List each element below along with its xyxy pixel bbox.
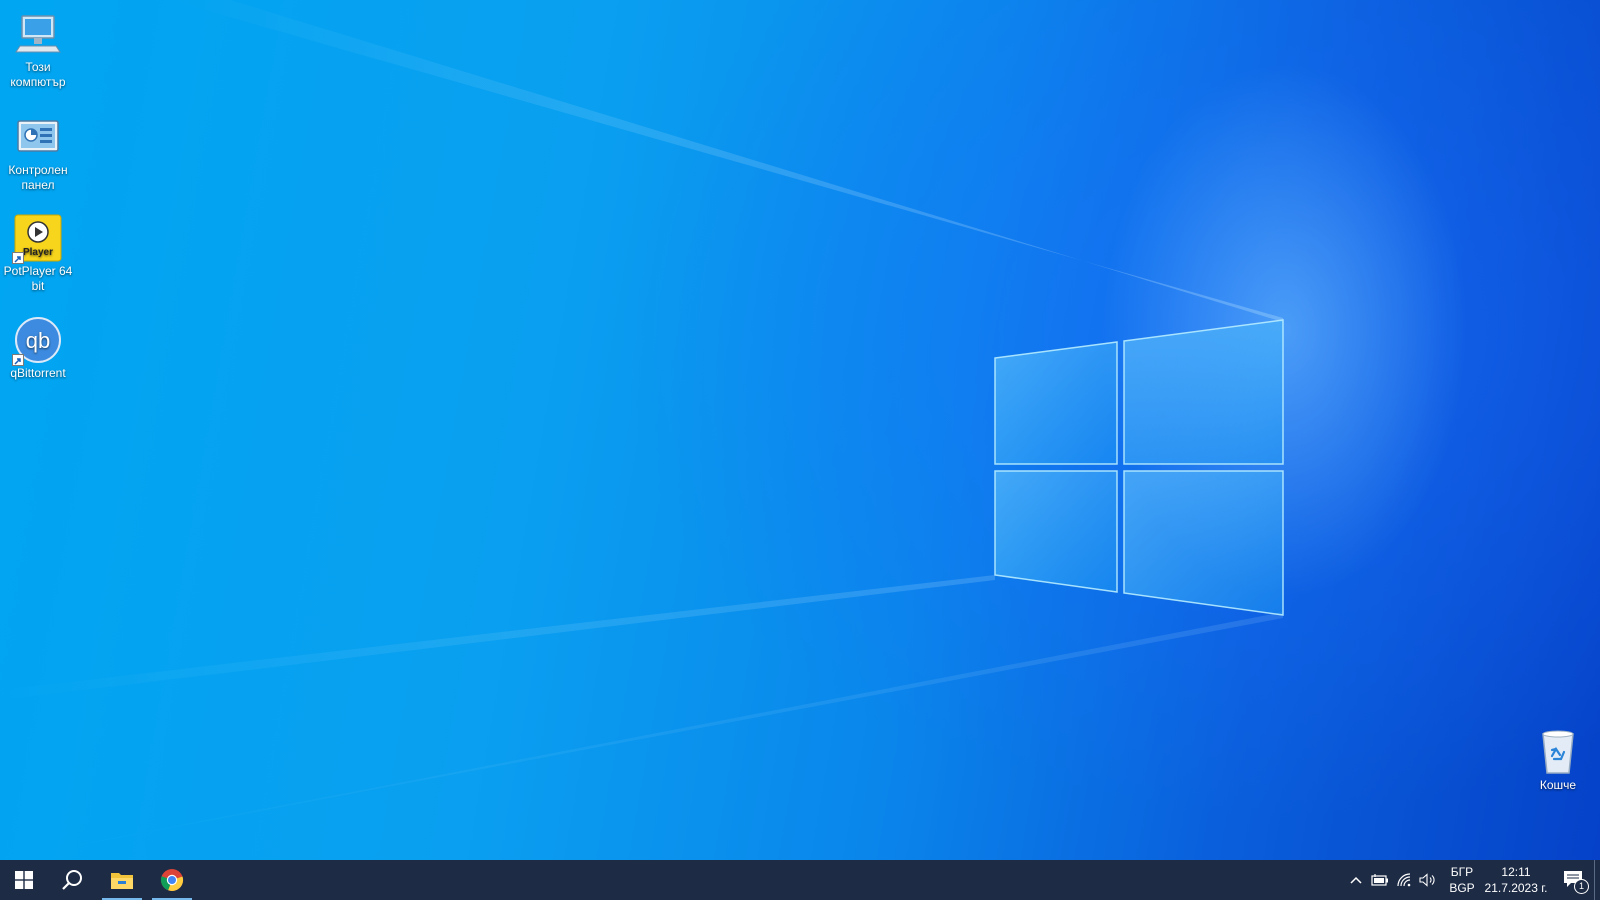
potplayer-icon: Player: [12, 214, 62, 264]
volume-icon: [1419, 873, 1435, 887]
show-hidden-icons-button[interactable]: [1344, 860, 1368, 900]
notifications-count-badge: 1: [1574, 879, 1589, 894]
desktop-icon-label: Кошче: [1539, 778, 1577, 792]
windows-start-icon: [15, 871, 33, 889]
desktop-icon-label: PotPlayer 64 bit: [3, 264, 73, 293]
battery-button[interactable]: [1368, 860, 1392, 900]
shortcut-arrow-icon: [12, 252, 24, 264]
desktop-icon-recycle-bin[interactable]: Кошче: [1520, 728, 1596, 793]
taskbar-file-explorer[interactable]: [98, 860, 146, 900]
desktop-icon-potplayer[interactable]: Player PotPlayer 64 bit: [0, 214, 76, 294]
taskbar: БГР BGP 12:11 21.7.2023 г. 1: [0, 860, 1600, 900]
search-icon: [62, 870, 82, 890]
shortcut-arrow-icon: [12, 354, 24, 366]
language-line1: БГР: [1450, 865, 1474, 879]
desktop-icon-this-pc[interactable]: Този компютър: [0, 10, 76, 90]
input-language-button[interactable]: БГР BGP: [1444, 860, 1480, 900]
desktop-icon-control-panel[interactable]: Контролен панел: [0, 113, 76, 193]
chrome-icon: [160, 869, 184, 892]
volume-button[interactable]: [1416, 860, 1440, 900]
this-pc-icon: [14, 10, 62, 58]
windows-logo-wallpaper: [0, 0, 1284, 860]
notifications-button[interactable]: 1: [1554, 860, 1594, 900]
clock-date: 21.7.2023 г.: [1484, 881, 1548, 895]
desktop[interactable]: Този компютър Контролен панел Player Pot…: [0, 0, 1600, 860]
recycle-bin-icon: [1534, 728, 1582, 776]
taskbar-chrome[interactable]: [148, 860, 196, 900]
start-button[interactable]: [0, 860, 48, 900]
clock-time: 12:11: [1501, 865, 1531, 879]
clock-button[interactable]: 12:11 21.7.2023 г.: [1480, 860, 1552, 900]
language-line2: BGP: [1449, 881, 1475, 895]
wifi-icon: [1397, 873, 1411, 887]
potplayer-badge-text: Player: [23, 247, 53, 258]
search-button[interactable]: [48, 860, 96, 900]
desktop-icon-qbittorrent[interactable]: qb qBittorrent: [0, 316, 76, 381]
desktop-icon-label: qBittorrent: [10, 366, 66, 380]
desktop-icon-label: Контролен панел: [8, 163, 68, 192]
control-panel-icon: [14, 113, 62, 161]
qbittorrent-badge-text: qb: [26, 328, 50, 353]
network-button[interactable]: [1392, 860, 1416, 900]
battery-icon: [1371, 874, 1388, 886]
file-explorer-icon: [111, 873, 133, 889]
desktop-icon-label: Този компютър: [10, 60, 66, 89]
show-desktop-button[interactable]: [1594, 860, 1600, 900]
qbittorrent-icon: qb: [12, 316, 62, 366]
chevron-up-icon: [1350, 876, 1362, 884]
